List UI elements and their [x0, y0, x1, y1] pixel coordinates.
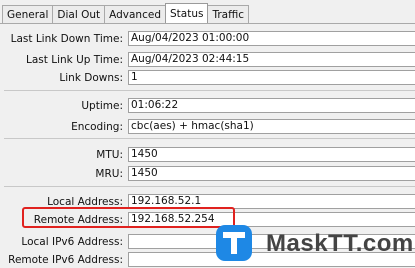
row-last-link-down-time: Last Link Down Time: Aug/04/2023 01:00:0…: [0, 31, 415, 47]
last-link-up-time-field[interactable]: Aug/04/2023 02:44:15: [128, 52, 415, 67]
tab-advanced[interactable]: Advanced: [104, 5, 166, 23]
separator: [4, 90, 415, 91]
last-link-down-time-label: Last Link Down Time:: [10, 33, 123, 45]
link-downs-label: Link Downs:: [59, 72, 123, 84]
uptime-label: Uptime:: [81, 100, 123, 112]
remote-address-highlight-box: [22, 207, 235, 228]
tab-list: General Dial Out Advanced Status Traffic: [2, 3, 250, 23]
mru-label: MRU:: [95, 168, 123, 180]
row-uptime: Uptime: 01:06:22: [0, 98, 415, 114]
tab-status[interactable]: Status: [165, 3, 209, 23]
encoding-field[interactable]: cbc(aes) + hmac(sha1): [128, 119, 415, 134]
tab-dial-out[interactable]: Dial Out: [52, 5, 106, 23]
watermark-logo-icon: [216, 225, 252, 261]
tab-general[interactable]: General: [2, 5, 54, 23]
mtu-field[interactable]: 1450: [128, 147, 415, 162]
tab-traffic[interactable]: Traffic: [207, 5, 250, 23]
watermark-text: MaskTT.com: [266, 230, 414, 257]
encoding-label: Encoding:: [71, 121, 123, 133]
last-link-up-time-label: Last Link Up Time:: [26, 54, 123, 66]
tab-bar: General Dial Out Advanced Status Traffic: [0, 0, 415, 24]
link-downs-field[interactable]: 1: [128, 70, 415, 85]
separator: [4, 138, 415, 139]
last-link-down-time-field[interactable]: Aug/04/2023 01:00:00: [128, 31, 415, 46]
row-last-link-up-time: Last Link Up Time: Aug/04/2023 02:44:15: [0, 52, 415, 68]
uptime-field[interactable]: 01:06:22: [128, 98, 415, 113]
row-link-downs: Link Downs: 1: [0, 70, 415, 86]
row-mru: MRU: 1450: [0, 166, 415, 182]
local-ipv6-address-label: Local IPv6 Address:: [21, 236, 123, 248]
mtu-label: MTU:: [96, 149, 123, 161]
t-logo-icon: [223, 232, 245, 254]
watermark: MaskTT.com: [216, 225, 415, 265]
row-encoding: Encoding: cbc(aes) + hmac(sha1): [0, 119, 415, 135]
separator: [4, 186, 415, 187]
remote-ipv6-address-label: Remote IPv6 Address:: [8, 254, 123, 266]
row-mtu: MTU: 1450: [0, 147, 415, 163]
mru-field[interactable]: 1450: [128, 166, 415, 181]
